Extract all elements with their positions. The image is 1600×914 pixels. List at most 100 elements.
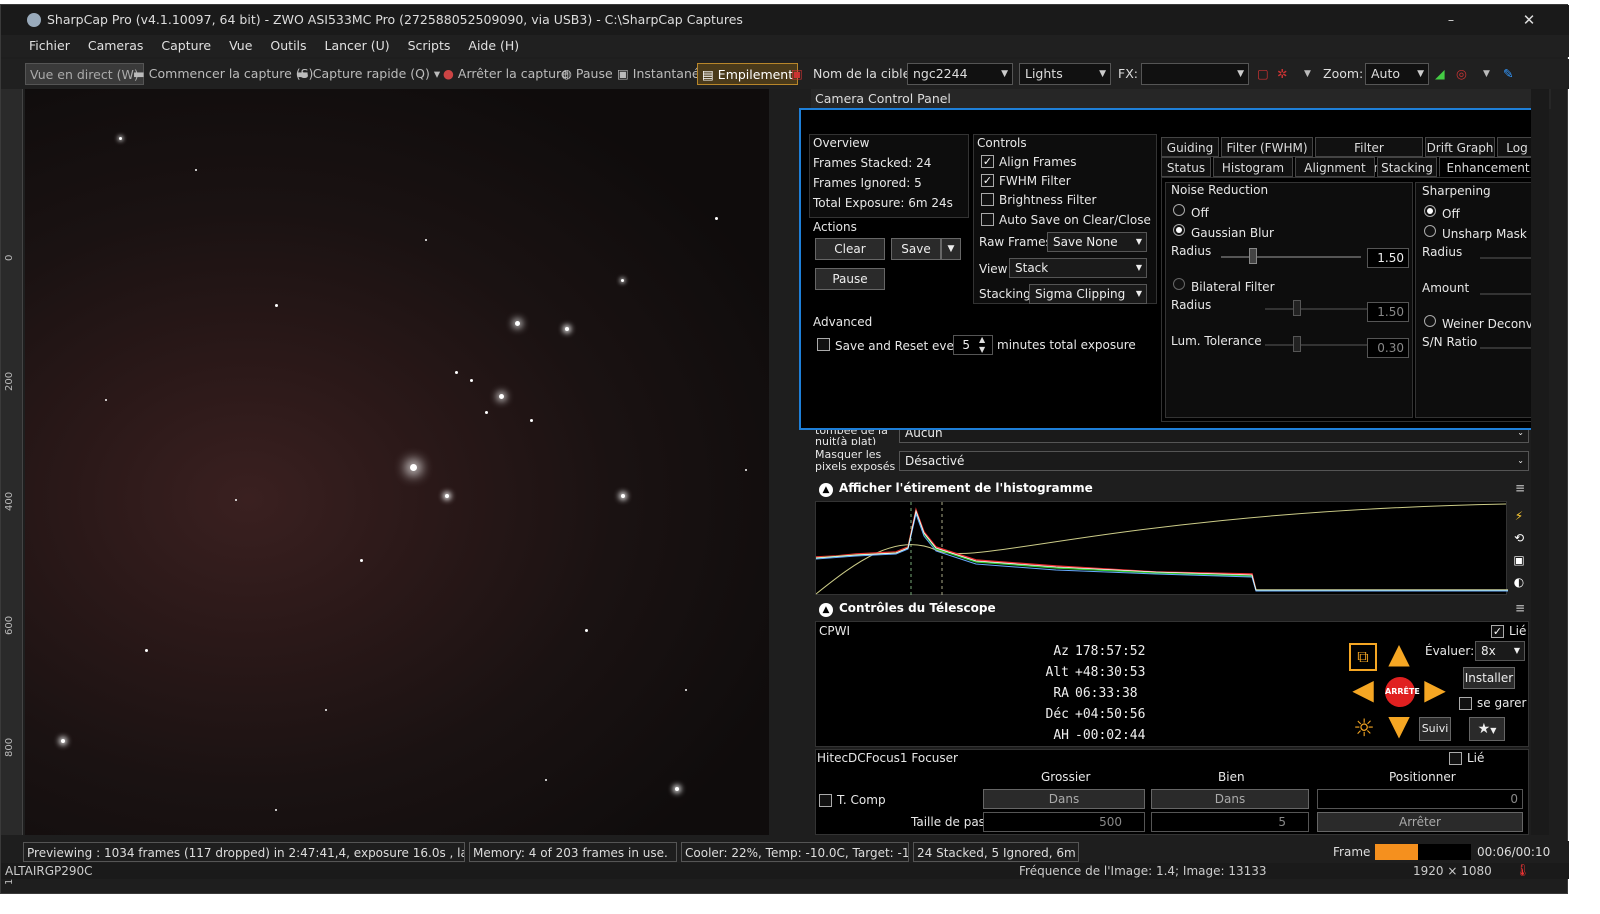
menu-capture[interactable]: Capture [161, 38, 211, 53]
goto-icon[interactable]: ⧉ [1349, 643, 1377, 671]
raw-frames-select[interactable]: Save None ▼ [1047, 232, 1147, 252]
radius-slider[interactable] [1221, 256, 1361, 258]
unsharp-mask-radio[interactable] [1424, 225, 1436, 237]
stack-button[interactable]: ▤ Empilement [697, 63, 799, 85]
start-capture-button[interactable]: ▬ Commencer la capture (S) [133, 63, 313, 85]
bilateral-radius-thumb[interactable] [1293, 300, 1301, 316]
position-input[interactable]: 0 [1317, 789, 1523, 809]
fx-combo[interactable]: ▼ [1141, 63, 1249, 85]
settings-icon[interactable]: ✎ [1503, 63, 1513, 85]
menu-scripts[interactable]: Scripts [408, 38, 451, 53]
menu-launch[interactable]: Lancer (U) [325, 38, 390, 53]
tab-drift-graph[interactable]: Drift Graph [1425, 137, 1495, 157]
tab-stacking[interactable]: Stacking [1377, 157, 1437, 177]
target-name-combo[interactable]: ngc2244 ▼ [907, 63, 1013, 85]
tab-filter-brightness[interactable]: Filter (Brightness) [1315, 137, 1423, 175]
menu-help[interactable]: Aide (H) [468, 38, 519, 53]
histogram-icon[interactable]: ◢ [1435, 63, 1445, 85]
sharpening-off-radio[interactable] [1424, 205, 1436, 217]
install-button[interactable]: Installer [1463, 667, 1515, 689]
lum-tolerance-value[interactable]: 0.30 [1367, 338, 1409, 358]
tcomp-checkbox[interactable] [819, 794, 832, 807]
west-arrow-icon[interactable]: ◀ [1347, 675, 1379, 707]
stacking-select[interactable]: Sigma Clipping ▼ [1029, 284, 1147, 304]
bilateral-radius-slider[interactable] [1265, 308, 1371, 310]
tab-alignment[interactable]: Alignment [1295, 157, 1375, 177]
park-checkbox[interactable] [1459, 697, 1472, 710]
record-icon[interactable]: ▣ [791, 63, 803, 85]
auto-save-checkbox[interactable] [981, 213, 994, 226]
collapse-icon[interactable]: ▲ [819, 603, 833, 617]
south-arrow-icon[interactable]: ▼ [1383, 711, 1415, 743]
highlight-icon[interactable]: ✲ [1277, 63, 1287, 85]
right-scrollbar[interactable] [1531, 89, 1549, 835]
noise-off-radio[interactable] [1173, 204, 1185, 216]
center-target-icon[interactable]: ☼ [1351, 715, 1377, 741]
quick-capture-button[interactable]: ▬ Capture rapide (Q) ▾ [297, 63, 440, 85]
pause-button[interactable]: Pause [815, 268, 885, 290]
view-select[interactable]: Stack ▼ [1009, 258, 1147, 278]
sharpen-radius-slider[interactable] [1480, 257, 1534, 259]
lum-tolerance-thumb[interactable] [1293, 336, 1301, 352]
menu-cameras[interactable]: Cameras [88, 38, 144, 53]
pause-button[interactable]: ◍ Pause [561, 63, 613, 85]
histogram-section-header[interactable]: ▲ Afficher l'étirement de l'histogramme ≡ [813, 477, 1529, 499]
tab-histogram[interactable]: Histogram [1213, 157, 1293, 177]
reticle-icon[interactable]: ▢ [1257, 63, 1269, 85]
spin-up-icon[interactable]: ▲ [979, 335, 985, 344]
display-stretch-icon[interactable]: ◐ [1509, 571, 1529, 593]
save-dropdown-button[interactable]: ▼ [941, 238, 961, 260]
chevron-down-icon[interactable]: ▼ [1483, 63, 1490, 85]
loupe-icon[interactable]: ◎ [1456, 63, 1467, 85]
amount-slider[interactable] [1480, 293, 1534, 295]
menu-file[interactable]: Fichier [29, 38, 70, 53]
weiner-deconvolution-radio[interactable] [1424, 315, 1436, 327]
collapse-icon[interactable]: ▲ [819, 483, 833, 497]
coarse-in-button[interactable]: Dans [983, 789, 1145, 809]
north-arrow-icon[interactable]: ▲ [1383, 639, 1415, 671]
radius-value[interactable]: 1.50 [1367, 248, 1409, 268]
auto-stretch-icon[interactable]: ⚡ [1509, 505, 1529, 527]
tab-enhancement[interactable]: Enhancement [1439, 157, 1537, 177]
tracking-button[interactable]: Suivi [1419, 717, 1451, 741]
save-button[interactable]: Save [891, 238, 941, 260]
favorites-button[interactable]: ★▼ [1469, 717, 1505, 741]
save-reset-checkbox[interactable] [817, 338, 830, 351]
menu-view[interactable]: Vue [229, 38, 252, 53]
live-image-view[interactable] [25, 89, 769, 835]
telescope-linked-checkbox[interactable]: ✓ [1491, 625, 1504, 638]
bilateral-radius-value[interactable]: 1.50 [1367, 302, 1409, 322]
lum-tolerance-slider[interactable] [1265, 344, 1371, 346]
menu-icon[interactable]: ≡ [1515, 477, 1525, 499]
chevron-down-icon[interactable]: ▼ [1304, 63, 1311, 85]
focuser-stop-button[interactable]: Arrêter [1317, 812, 1523, 832]
close-button[interactable]: ✕ [1519, 5, 1539, 35]
stop-capture-button[interactable]: ● Arrêter la capture [443, 63, 569, 85]
telescope-section-header[interactable]: ▲ Contrôles du Télescope ≡ [813, 597, 1529, 619]
radius-slider-thumb[interactable] [1249, 248, 1257, 264]
brightness-filter-checkbox[interactable] [981, 193, 994, 206]
fwhm-filter-checkbox[interactable]: ✓ [981, 174, 994, 187]
clear-button[interactable]: Clear [815, 238, 885, 260]
menu-icon[interactable]: ≡ [1515, 597, 1525, 619]
gaussian-blur-radio[interactable] [1173, 224, 1185, 236]
menu-tools[interactable]: Outils [270, 38, 306, 53]
tab-filter-fwhm[interactable]: Filter (FWHM) [1221, 137, 1313, 157]
tab-status[interactable]: Status [1161, 157, 1211, 177]
zoom-combo[interactable]: Auto ▼ [1365, 63, 1429, 85]
east-arrow-icon[interactable]: ▶ [1419, 675, 1451, 707]
stop-button[interactable]: ARRÊTE [1385, 677, 1420, 707]
minimize-button[interactable]: – [1441, 5, 1461, 35]
save-reset-minutes[interactable]: 5 [953, 335, 993, 355]
reset-icon[interactable]: ⟲ [1509, 527, 1529, 549]
mask-select[interactable]: Désactivé ⌄ [899, 451, 1529, 471]
fine-in-button[interactable]: Dans [1151, 789, 1309, 809]
focuser-linked-checkbox[interactable] [1449, 752, 1462, 765]
rate-select[interactable]: 8x ▼ [1475, 641, 1525, 661]
align-frames-checkbox[interactable]: ✓ [981, 155, 994, 168]
coarse-step-input[interactable]: 500 [983, 812, 1145, 832]
sn-ratio-slider[interactable] [1480, 347, 1534, 349]
spin-down-icon[interactable]: ▼ [979, 345, 985, 354]
histogram-plot[interactable] [815, 501, 1508, 596]
fine-step-input[interactable]: 5 [1151, 812, 1309, 832]
